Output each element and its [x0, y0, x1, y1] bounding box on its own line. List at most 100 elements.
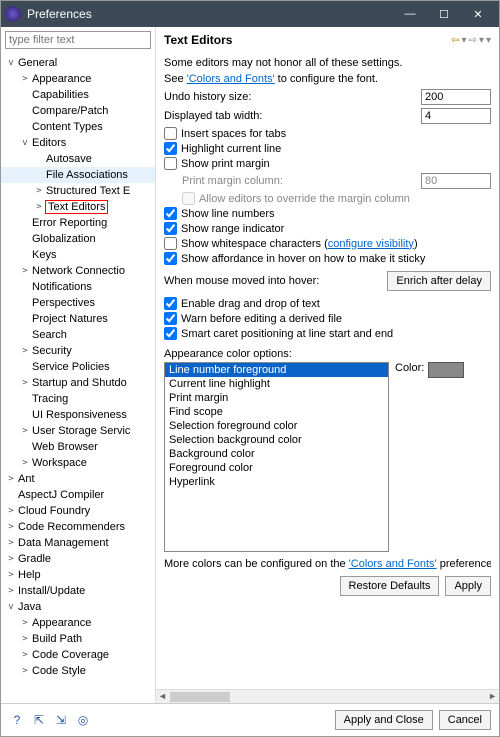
hscrollbar[interactable]: ◄ ► [156, 689, 499, 703]
tree-item[interactable]: >Appearance [1, 615, 155, 631]
apply-button[interactable]: Apply [445, 576, 491, 596]
list-item[interactable]: Find scope [165, 405, 388, 419]
tree-item[interactable]: >Workspace [1, 455, 155, 471]
tree-item[interactable]: Keys [1, 247, 155, 263]
tree-item[interactable]: >Build Path [1, 631, 155, 647]
tree-item[interactable]: >Cloud Foundry [1, 503, 155, 519]
tree-item[interactable]: >Data Management [1, 535, 155, 551]
list-item[interactable]: Background color [165, 447, 388, 461]
back-icon[interactable]: ⇦ [451, 35, 459, 46]
tree-item[interactable]: >Ant [1, 471, 155, 487]
tree-item[interactable]: Tracing [1, 391, 155, 407]
tree-item[interactable]: >Appearance [1, 71, 155, 87]
tree-item[interactable]: UI Responsiveness [1, 407, 155, 423]
cb-margin[interactable]: Show print margin [164, 157, 491, 170]
twistie-icon[interactable]: > [33, 202, 45, 212]
cb-spaces[interactable]: Insert spaces for tabs [164, 127, 491, 140]
tree-item[interactable]: >Startup and Shutdo [1, 375, 155, 391]
scroll-right-icon[interactable]: ► [488, 691, 497, 701]
minimize-button[interactable]: — [393, 1, 427, 27]
twistie-icon[interactable]: > [19, 650, 31, 660]
forward-icon[interactable]: ⇨ [469, 35, 477, 46]
back-menu-icon[interactable]: ▾ [462, 35, 467, 46]
tree-item[interactable]: Project Natures [1, 311, 155, 327]
tree-item[interactable]: Content Types [1, 119, 155, 135]
cb-warn[interactable]: Warn before editing a derived file [164, 312, 491, 325]
cb-white[interactable]: Show whitespace characters (configure vi… [164, 237, 491, 250]
twistie-icon[interactable]: > [5, 538, 17, 548]
list-item[interactable]: Line number foreground [165, 363, 388, 377]
list-item[interactable]: Selection background color [165, 433, 388, 447]
scroll-left-icon[interactable]: ◄ [158, 691, 167, 701]
twistie-icon[interactable]: > [19, 634, 31, 644]
tree-item[interactable]: >Structured Text E [1, 183, 155, 199]
cb-smart[interactable]: Smart caret positioning at line start an… [164, 327, 491, 340]
twistie-icon[interactable]: > [33, 186, 45, 196]
list-item[interactable]: Hyperlink [165, 475, 388, 489]
list-item[interactable]: Print margin [165, 391, 388, 405]
tree-item[interactable]: >Network Connectio [1, 263, 155, 279]
tree-item[interactable]: Globalization [1, 231, 155, 247]
list-item[interactable]: Current line highlight [165, 377, 388, 391]
forward-menu-icon[interactable]: ▾ [479, 35, 484, 46]
cancel-button[interactable]: Cancel [439, 710, 491, 730]
list-item[interactable]: Selection foreground color [165, 419, 388, 433]
tree-item[interactable]: >Code Coverage [1, 647, 155, 663]
tree-item[interactable]: Notifications [1, 279, 155, 295]
twistie-icon[interactable]: > [5, 522, 17, 532]
enrich-button[interactable]: Enrich after delay [387, 271, 491, 291]
color-swatch-button[interactable] [428, 362, 464, 378]
list-item[interactable]: Foreground color [165, 461, 388, 475]
twistie-icon[interactable]: v [5, 602, 17, 612]
twistie-icon[interactable]: > [19, 346, 31, 356]
undo-input[interactable] [421, 89, 491, 105]
tree-item[interactable]: vGeneral [1, 55, 155, 71]
twistie-icon[interactable]: > [5, 474, 17, 484]
twistie-icon[interactable]: > [19, 266, 31, 276]
tree-item[interactable]: vJava [1, 599, 155, 615]
tree-item[interactable]: Perspectives [1, 295, 155, 311]
view-menu-icon[interactable]: ▾ [486, 35, 491, 46]
tree-item[interactable]: Service Policies [1, 359, 155, 375]
twistie-icon[interactable]: > [19, 426, 31, 436]
tree-item[interactable]: >Text Editors [1, 199, 155, 215]
twistie-icon[interactable]: > [19, 74, 31, 84]
apply-close-button[interactable]: Apply and Close [335, 710, 433, 730]
maximize-button[interactable]: ☐ [427, 1, 461, 27]
scroll-thumb[interactable] [170, 692, 230, 702]
tree-item[interactable]: >User Storage Servic [1, 423, 155, 439]
tree-item[interactable]: Web Browser [1, 439, 155, 455]
tree-item[interactable]: Autosave [1, 151, 155, 167]
cb-afford[interactable]: Show affordance in hover on how to make … [164, 252, 491, 265]
tree-item[interactable]: >Install/Update [1, 583, 155, 599]
twistie-icon[interactable]: > [5, 506, 17, 516]
twistie-icon[interactable]: > [5, 554, 17, 564]
tree-item[interactable]: Capabilities [1, 87, 155, 103]
twistie-icon[interactable]: > [5, 586, 17, 596]
cb-linenum[interactable]: Show line numbers [164, 207, 491, 220]
colors-fonts-link2[interactable]: 'Colors and Fonts' [349, 558, 437, 570]
oomph-icon[interactable]: ◎ [75, 712, 91, 728]
cb-range[interactable]: Show range indicator [164, 222, 491, 235]
configure-visibility-link[interactable]: configure visibility [328, 238, 414, 250]
tab-input[interactable] [421, 108, 491, 124]
tree-item[interactable]: >Code Style [1, 663, 155, 679]
tree-item[interactable]: File Associations [1, 167, 155, 183]
titlebar[interactable]: Preferences — ☐ ✕ [1, 1, 499, 27]
cb-drag[interactable]: Enable drag and drop of text [164, 297, 491, 310]
color-options-list[interactable]: Line number foregroundCurrent line highl… [164, 362, 389, 552]
tree-item[interactable]: Error Reporting [1, 215, 155, 231]
tree-item[interactable]: AspectJ Compiler [1, 487, 155, 503]
preference-tree[interactable]: vGeneral>AppearanceCapabilitiesCompare/P… [1, 53, 155, 703]
tree-item[interactable]: Search [1, 327, 155, 343]
cb-highlight[interactable]: Highlight current line [164, 142, 491, 155]
twistie-icon[interactable]: v [19, 138, 31, 148]
twistie-icon[interactable]: > [19, 458, 31, 468]
twistie-icon[interactable]: v [5, 58, 17, 68]
help-icon[interactable]: ? [9, 712, 25, 728]
colors-fonts-link[interactable]: 'Colors and Fonts' [187, 73, 275, 85]
restore-defaults-button[interactable]: Restore Defaults [340, 576, 440, 596]
export-icon[interactable]: ⇲ [53, 712, 69, 728]
import-icon[interactable]: ⇱ [31, 712, 47, 728]
tree-item[interactable]: >Code Recommenders [1, 519, 155, 535]
